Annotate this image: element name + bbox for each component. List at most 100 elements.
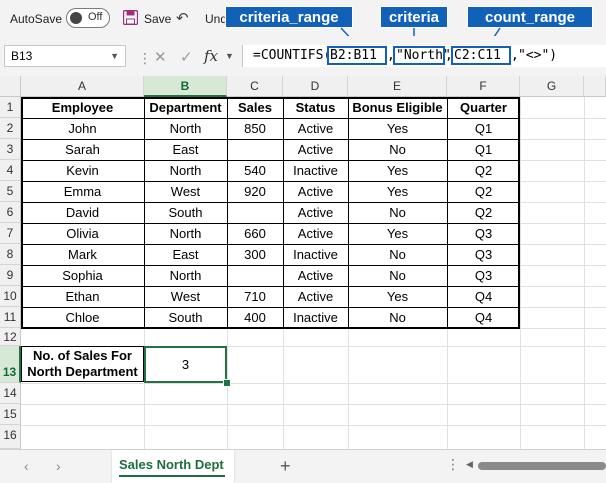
- header-cell-bonus-eligible[interactable]: Bonus Eligible: [348, 97, 447, 118]
- table-cell-department[interactable]: North: [144, 160, 227, 181]
- table-cell-bonus-eligible[interactable]: Yes: [348, 223, 447, 244]
- table-cell-employee[interactable]: Emma: [21, 181, 144, 202]
- column-header-c[interactable]: C: [227, 76, 283, 97]
- scroll-tabs-left-icon[interactable]: ‹: [24, 458, 29, 474]
- table-cell-employee[interactable]: Kevin: [21, 160, 144, 181]
- table-cell-quarter[interactable]: Q1: [447, 139, 520, 160]
- more-options-icon[interactable]: ⋮: [446, 456, 460, 473]
- table-cell-employee[interactable]: Sophia: [21, 265, 144, 286]
- table-cell-department[interactable]: North: [144, 223, 227, 244]
- table-cell-sales[interactable]: 400: [227, 307, 283, 328]
- column-header-f[interactable]: F: [447, 76, 520, 97]
- formula-input[interactable]: =COUNTIFS( B2:B11 , "North" , C2:C11 , "…: [242, 45, 606, 67]
- table-cell-department[interactable]: South: [144, 307, 227, 328]
- autosave-toggle[interactable]: Off: [66, 8, 110, 28]
- table-cell-status[interactable]: Active: [283, 286, 348, 307]
- header-cell-employee[interactable]: Employee: [21, 97, 144, 118]
- table-cell-sales[interactable]: [227, 202, 283, 223]
- column-header-e[interactable]: E: [348, 76, 447, 97]
- insert-function-button[interactable]: fx: [204, 47, 218, 65]
- cancel-icon[interactable]: ✕: [154, 48, 167, 66]
- table-cell-status[interactable]: Active: [283, 202, 348, 223]
- table-cell-department[interactable]: East: [144, 244, 227, 265]
- table-cell-bonus-eligible[interactable]: Yes: [348, 160, 447, 181]
- row-header[interactable]: 10: [0, 286, 21, 307]
- enter-icon[interactable]: ✓: [180, 48, 193, 66]
- table-cell-sales[interactable]: 540: [227, 160, 283, 181]
- sheet-tab-active[interactable]: Sales North Dept: [112, 450, 234, 483]
- table-cell-department[interactable]: West: [144, 286, 227, 307]
- header-cell-sales[interactable]: Sales: [227, 97, 283, 118]
- table-cell-employee[interactable]: Mark: [21, 244, 144, 265]
- select-all-corner[interactable]: [0, 76, 21, 97]
- row-header[interactable]: 5: [0, 181, 21, 202]
- table-cell-department[interactable]: North: [144, 265, 227, 286]
- column-header-b[interactable]: B: [144, 76, 227, 97]
- row-header[interactable]: 9: [0, 265, 21, 286]
- row-header[interactable]: 12: [0, 328, 21, 346]
- table-cell-sales[interactable]: 300: [227, 244, 283, 265]
- header-cell-quarter[interactable]: Quarter: [447, 97, 520, 118]
- table-cell-bonus-eligible[interactable]: Yes: [348, 181, 447, 202]
- column-header-g[interactable]: G: [520, 76, 584, 97]
- table-cell-status[interactable]: Inactive: [283, 160, 348, 181]
- table-cell-quarter[interactable]: Q4: [447, 286, 520, 307]
- header-cell-department[interactable]: Department: [144, 97, 227, 118]
- table-cell-bonus-eligible[interactable]: No: [348, 139, 447, 160]
- row-header[interactable]: 6: [0, 202, 21, 223]
- row-header-selected[interactable]: 13: [0, 346, 21, 383]
- table-cell-bonus-eligible[interactable]: No: [348, 307, 447, 328]
- table-cell-employee[interactable]: Ethan: [21, 286, 144, 307]
- table-cell-employee[interactable]: John: [21, 118, 144, 139]
- save-icon[interactable]: [123, 10, 138, 25]
- table-cell-status[interactable]: Active: [283, 265, 348, 286]
- table-cell-quarter[interactable]: Q3: [447, 265, 520, 286]
- table-cell-department[interactable]: East: [144, 139, 227, 160]
- table-cell-status[interactable]: Active: [283, 181, 348, 202]
- row-header[interactable]: 3: [0, 139, 21, 160]
- table-cell-status[interactable]: Inactive: [283, 244, 348, 265]
- row-header[interactable]: 1: [0, 97, 21, 118]
- table-cell-bonus-eligible[interactable]: No: [348, 265, 447, 286]
- selected-cell-b13[interactable]: 3: [144, 346, 227, 383]
- table-cell-bonus-eligible[interactable]: No: [348, 202, 447, 223]
- table-cell-quarter[interactable]: Q4: [447, 307, 520, 328]
- table-cell-sales[interactable]: [227, 265, 283, 286]
- table-cell-employee[interactable]: David: [21, 202, 144, 223]
- table-cell-department[interactable]: South: [144, 202, 227, 223]
- row-header[interactable]: 15: [0, 404, 21, 425]
- table-cell-quarter[interactable]: Q2: [447, 202, 520, 223]
- table-cell-sales[interactable]: 920: [227, 181, 283, 202]
- table-cell-status[interactable]: Inactive: [283, 307, 348, 328]
- name-box[interactable]: B13 ▼: [4, 45, 126, 67]
- table-cell-sales[interactable]: [227, 139, 283, 160]
- table-cell-bonus-eligible[interactable]: Yes: [348, 118, 447, 139]
- table-cell-sales[interactable]: 710: [227, 286, 283, 307]
- undo-icon[interactable]: ↶: [176, 9, 189, 27]
- row-header[interactable]: 8: [0, 244, 21, 265]
- scroll-tabs-right-icon[interactable]: ›: [56, 458, 61, 474]
- table-cell-quarter[interactable]: Q3: [447, 223, 520, 244]
- table-cell-bonus-eligible[interactable]: No: [348, 244, 447, 265]
- row-header[interactable]: 2: [0, 118, 21, 139]
- row-header[interactable]: 11: [0, 307, 21, 328]
- undo-button[interactable]: Und: [205, 12, 227, 26]
- header-cell-status[interactable]: Status: [283, 97, 348, 118]
- table-cell-quarter[interactable]: Q1: [447, 118, 520, 139]
- column-header-d[interactable]: D: [283, 76, 348, 97]
- row-header[interactable]: 7: [0, 223, 21, 244]
- fill-handle[interactable]: [223, 379, 231, 387]
- row-header[interactable]: 14: [0, 383, 21, 404]
- chevron-down-icon[interactable]: ▼: [110, 46, 119, 66]
- row-header[interactable]: 4: [0, 160, 21, 181]
- column-header-a[interactable]: A: [21, 76, 144, 97]
- add-sheet-button[interactable]: +: [280, 456, 291, 477]
- scroll-left-icon[interactable]: ◀: [466, 459, 473, 470]
- table-cell-quarter[interactable]: Q2: [447, 181, 520, 202]
- table-cell-employee[interactable]: Olivia: [21, 223, 144, 244]
- chevron-down-icon[interactable]: ▼: [225, 51, 234, 61]
- table-cell-status[interactable]: Active: [283, 118, 348, 139]
- table-cell-bonus-eligible[interactable]: Yes: [348, 286, 447, 307]
- table-cell-quarter[interactable]: Q3: [447, 244, 520, 265]
- table-cell-status[interactable]: Active: [283, 139, 348, 160]
